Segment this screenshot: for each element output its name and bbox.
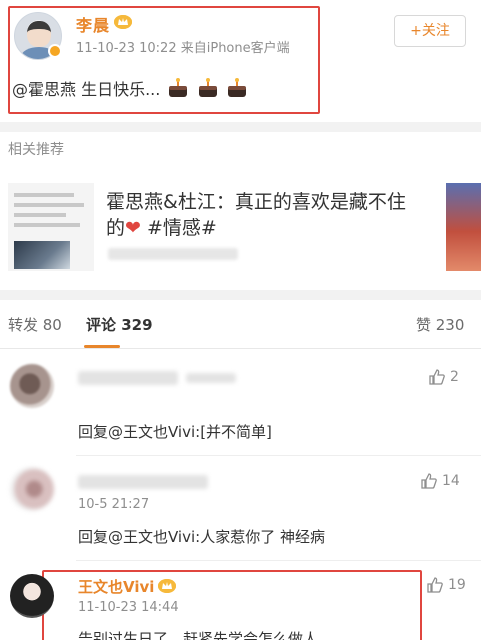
thumb-line	[14, 213, 66, 217]
post-meta: 11-10-23 10:22 来自iPhone客户端	[76, 41, 290, 56]
section-divider	[0, 290, 481, 300]
comment-like-button[interactable]: 2	[428, 368, 459, 386]
related-section-title: 相关推荐	[8, 142, 64, 158]
related-subtitle-blurred	[108, 248, 238, 260]
related-next-thumbnail[interactable]	[446, 183, 481, 271]
comment-like-button[interactable]: 19	[426, 576, 466, 594]
comment-text: 告别过生日了，赶紧先学会怎么做人	[78, 630, 319, 640]
tab-comments[interactable]: 评论 329	[86, 314, 153, 335]
verified-badge-icon	[48, 44, 62, 58]
cake-icon	[226, 77, 248, 99]
post-text: @霍思燕 生日快乐...	[12, 76, 248, 100]
comment-divider	[76, 455, 481, 456]
vip-crown-icon	[114, 15, 132, 29]
comment-username-blurred[interactable]	[78, 371, 178, 385]
comment-like-count: 19	[448, 577, 466, 593]
cake-icon	[167, 77, 189, 99]
related-title[interactable]: 霍思燕&杜江：真正的喜欢是藏不住的❤ #情感#	[106, 189, 416, 241]
tab-likes[interactable]: 赞 230	[416, 314, 464, 335]
post-text-content: @霍思燕 生日快乐...	[12, 80, 161, 99]
comment-avatar[interactable]	[10, 467, 54, 511]
comment-username-blurred[interactable]	[78, 475, 208, 489]
comment-username-blurred	[186, 373, 236, 383]
post-author-name[interactable]: 李晨	[76, 12, 110, 36]
comment-username[interactable]: 王文也Vivi	[78, 576, 154, 597]
thumb-line	[14, 193, 74, 197]
thumbs-up-icon	[420, 472, 438, 490]
vip-crown-icon	[158, 579, 176, 593]
thumbs-up-icon	[426, 576, 444, 594]
comment-text: 回复@王文也Vivi:人家惹你了 神经病	[78, 528, 325, 546]
avatar-face	[27, 21, 51, 47]
thumb-line	[14, 203, 84, 207]
thumbs-up-icon	[428, 368, 446, 386]
section-divider	[0, 122, 481, 132]
comment-avatar[interactable]	[10, 364, 54, 408]
follow-button[interactable]: +关注	[394, 15, 466, 47]
comment-divider	[76, 560, 481, 561]
comment-like-button[interactable]: 14	[420, 472, 460, 490]
comment-text: 回复@王文也Vivi:[并不简单]	[78, 423, 272, 441]
cake-icon	[197, 77, 219, 99]
thumb-photo	[14, 241, 70, 269]
comment-like-count: 2	[450, 369, 459, 385]
tab-repost[interactable]: 转发 80	[8, 314, 62, 335]
comment-avatar[interactable]	[10, 574, 54, 618]
comment-time: 11-10-23 14:44	[78, 600, 179, 615]
heart-icon: ❤	[125, 217, 141, 239]
comment-like-count: 14	[442, 473, 460, 489]
related-tag[interactable]: #情感#	[141, 217, 217, 239]
comment-time: 10-5 21:27	[78, 497, 150, 512]
tabs-divider	[0, 348, 481, 349]
related-thumbnail[interactable]	[8, 183, 94, 271]
thumb-line	[14, 223, 80, 227]
